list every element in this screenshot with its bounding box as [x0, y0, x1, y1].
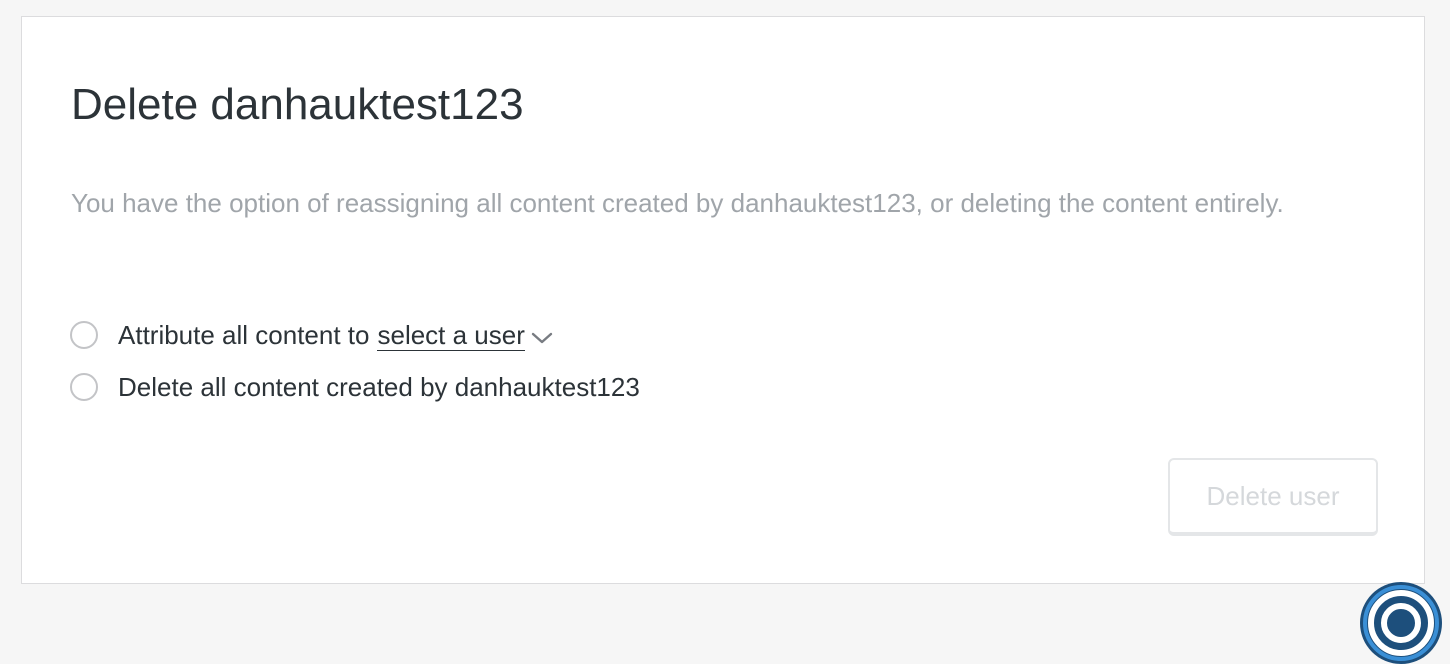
page-title: Delete danhauktest123	[71, 80, 524, 129]
help-button[interactable]	[1360, 582, 1442, 664]
delete-description: You have the option of reassigning all c…	[71, 188, 1284, 218]
delete-content-radio[interactable]	[70, 373, 98, 401]
attribute-content-radio[interactable]	[70, 321, 98, 349]
delete-content-label: Delete all content created by danhauktes…	[118, 371, 640, 402]
attribute-content-option[interactable]: Attribute all content to select a user	[70, 317, 553, 353]
attribute-content-label: Attribute all content to	[118, 319, 370, 350]
select-user-value[interactable]: select a user	[377, 320, 525, 351]
delete-content-option[interactable]: Delete all content created by danhauktes…	[70, 369, 640, 405]
select-user-dropdown[interactable]: select a user	[377, 319, 553, 352]
help-icon	[1363, 585, 1439, 661]
delete-user-card: Delete danhauktest123 You have the optio…	[21, 16, 1425, 584]
chevron-down-icon[interactable]	[531, 321, 553, 352]
delete-user-button[interactable]: Delete user	[1168, 458, 1378, 536]
